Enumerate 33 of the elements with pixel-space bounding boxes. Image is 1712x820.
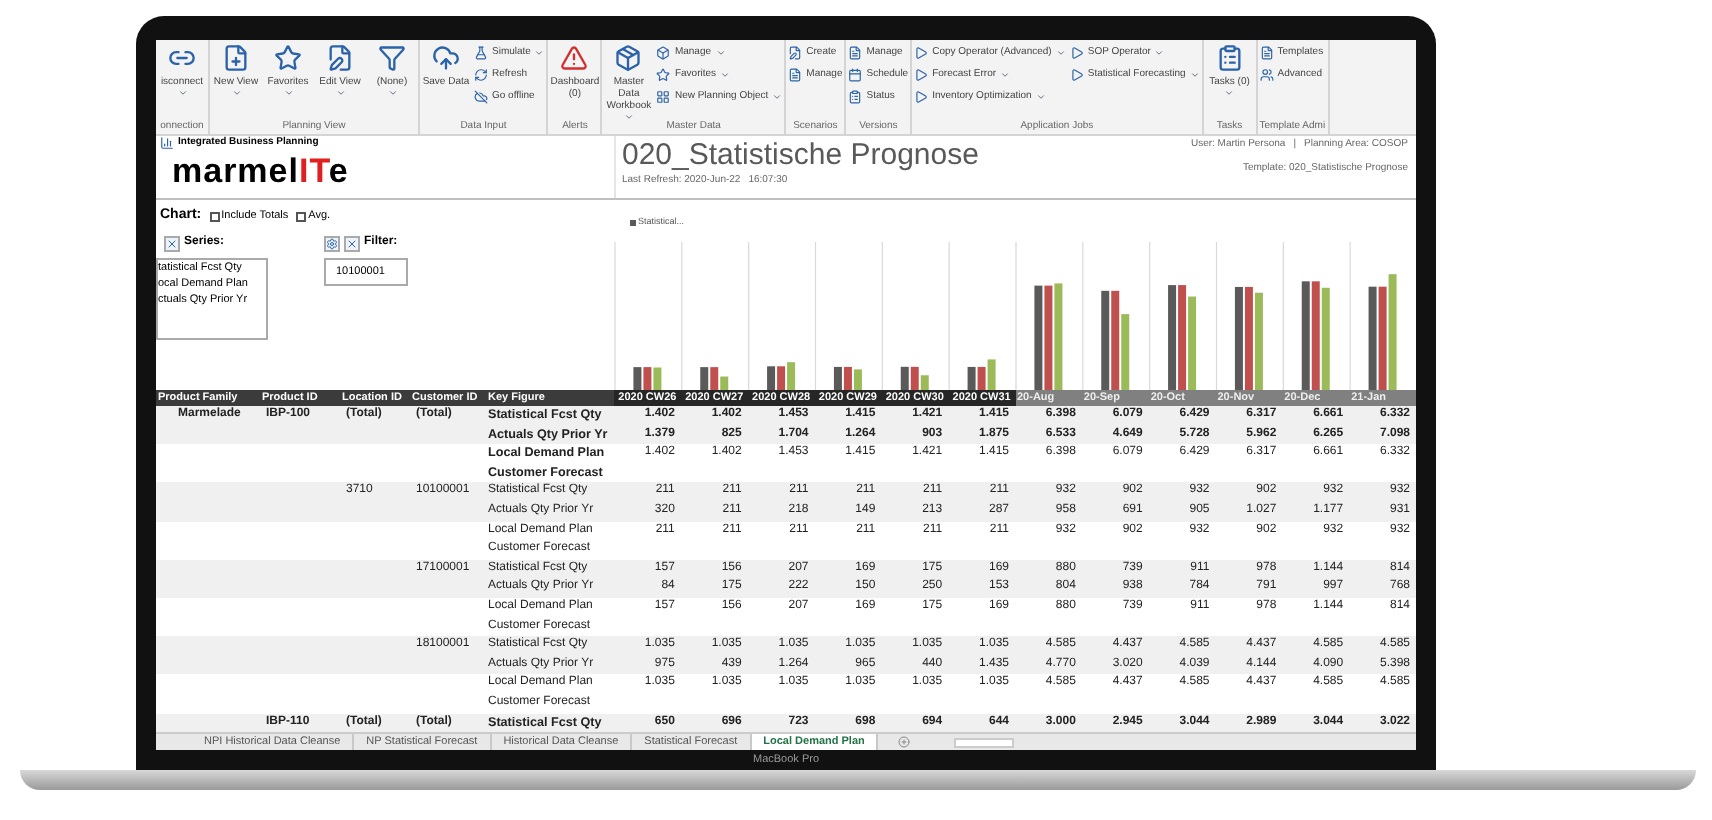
brand-logo: marmelITe xyxy=(172,151,351,191)
clipboard-icon xyxy=(848,90,863,104)
cloud-upload-icon xyxy=(432,44,460,72)
settings-icon xyxy=(326,237,338,250)
package-icon xyxy=(614,44,643,72)
clipboard-icon xyxy=(1215,44,1244,72)
sheet-title: 020_Statistische Prognose xyxy=(622,138,979,174)
new-file-icon xyxy=(222,44,250,72)
legend-swatch-icon xyxy=(630,220,636,227)
star-icon xyxy=(274,44,302,72)
filter-icon xyxy=(378,44,406,72)
document-icon xyxy=(788,68,803,82)
document-icon xyxy=(1259,46,1274,60)
document-icon xyxy=(848,46,863,60)
warning-icon xyxy=(560,44,589,72)
settings-button[interactable] xyxy=(324,235,340,252)
box-icon xyxy=(656,46,671,60)
users-icon xyxy=(1259,68,1274,82)
checkbox[interactable] xyxy=(296,211,307,222)
calendar-icon xyxy=(848,68,863,82)
cloud-off-icon xyxy=(474,90,488,104)
remove-button[interactable] xyxy=(164,235,180,252)
refresh-icon xyxy=(474,68,488,82)
remove-button[interactable] xyxy=(344,235,360,252)
edit-file-icon xyxy=(326,44,354,72)
edit-file-icon xyxy=(788,46,803,60)
star-icon xyxy=(656,68,671,82)
checkbox[interactable] xyxy=(209,211,220,222)
close-icon xyxy=(346,237,358,250)
close-icon xyxy=(166,237,178,250)
grid-icon xyxy=(656,90,671,104)
app-icon xyxy=(160,136,174,151)
flask-icon xyxy=(474,46,488,60)
